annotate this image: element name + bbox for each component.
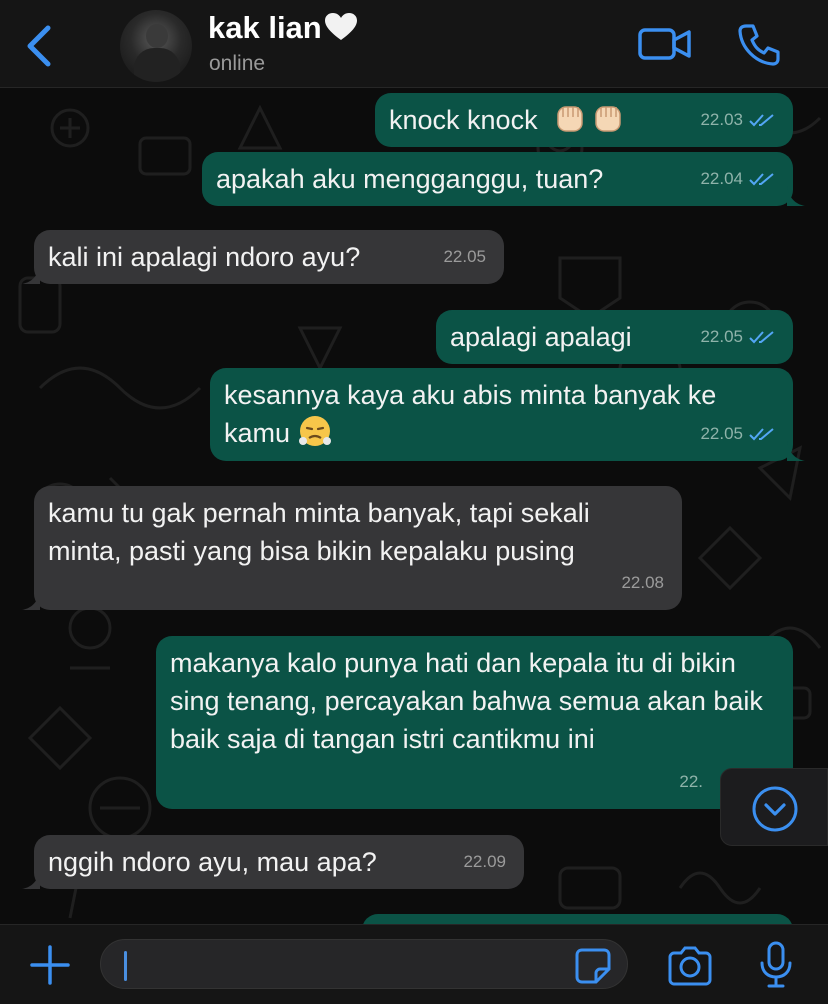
bubble-tail — [787, 441, 805, 461]
bubble-tail — [787, 186, 805, 206]
contact-name-row[interactable]: kak lian — [208, 10, 358, 46]
double-check-read-icon — [749, 428, 774, 441]
message-time: 22. — [679, 772, 703, 791]
voice-call-button[interactable] — [736, 22, 782, 68]
plus-icon — [30, 945, 70, 985]
message-bubble-incoming[interactable]: kamu tu gak pernah minta banyak, tapi se… — [22, 486, 682, 610]
white-heart-icon — [324, 13, 357, 40]
message-text: kamu tu gak pernah minta banyak, tapi se… — [48, 498, 590, 566]
bubble-tail — [22, 264, 40, 284]
bubble-tail — [22, 869, 40, 889]
microphone-icon — [760, 941, 792, 988]
bubble-tail — [22, 590, 40, 610]
scroll-to-bottom-button[interactable] — [720, 768, 828, 846]
video-camera-icon — [638, 28, 691, 60]
message-list[interactable]: knock knock 22.03 apakah aku mengganggu,… — [0, 88, 828, 924]
message-meta: 22. — [679, 763, 703, 801]
contact-name: kak lian — [208, 10, 322, 45]
message-bubble-outgoing[interactable]: knock knock 22.03 — [375, 93, 793, 147]
message-text: makanya kalo punya hati dan kepala itu d… — [170, 648, 763, 754]
message-time: 22.05 — [700, 327, 743, 346]
message-meta: 22.04 — [700, 160, 775, 198]
message-bubble-incoming[interactable]: nggih ndoro ayu, mau apa? 22.09 — [22, 835, 524, 889]
message-time: 22.05 — [700, 424, 743, 443]
message-text: apakah aku mengganggu, tuan? — [216, 164, 604, 194]
message-meta: 22.05 — [700, 415, 775, 453]
raised-fist-emoji — [595, 106, 621, 132]
double-check-read-icon — [749, 173, 774, 186]
raised-fist-emoji — [557, 106, 583, 132]
message-text: nggih ndoro ayu, mau apa? — [48, 847, 377, 877]
message-time: 22.04 — [700, 169, 743, 188]
double-check-read-icon — [749, 331, 774, 344]
message-bubble-outgoing[interactable]: makanya kalo punya hati dan kepala itu d… — [156, 636, 805, 809]
microphone-button[interactable] — [758, 941, 794, 989]
message-meta: 22.08 — [621, 564, 664, 602]
chevron-left-icon — [27, 25, 51, 67]
message-time: 22.08 — [621, 573, 664, 592]
text-cursor — [124, 951, 127, 981]
sticker-icon — [575, 948, 611, 984]
camera-icon — [668, 946, 712, 986]
camera-button[interactable] — [666, 945, 714, 987]
double-check-read-icon — [749, 114, 774, 127]
message-meta: 22.05 — [700, 318, 775, 356]
message-text: apalagi apalagi — [450, 322, 632, 352]
message-bubble-outgoing[interactable]: apalagi apalagi 22.05 — [436, 310, 793, 364]
steam-face-emoji — [298, 416, 331, 446]
contact-avatar[interactable] — [120, 10, 192, 82]
message-time: 22.03 — [700, 110, 743, 129]
message-composer — [0, 924, 828, 1004]
message-time: 22.05 — [443, 247, 486, 266]
chevron-down-circle-icon — [752, 786, 798, 832]
message-text: kali ini apalagi ndoro ayu? — [48, 242, 361, 272]
phone-icon — [738, 24, 780, 66]
back-button[interactable] — [22, 24, 58, 68]
attach-button[interactable] — [30, 945, 70, 985]
contact-status: online — [209, 52, 266, 75]
sticker-button[interactable] — [574, 947, 612, 985]
message-time: 22.09 — [463, 852, 506, 871]
chat-header: kak lian online — [0, 0, 828, 88]
message-meta: 22.09 — [463, 843, 506, 881]
message-input[interactable] — [100, 939, 628, 989]
video-call-button[interactable] — [637, 24, 693, 64]
message-meta: 22.03 — [700, 101, 775, 139]
message-bubble-outgoing-partial[interactable] — [362, 914, 793, 924]
message-bubble-incoming[interactable]: kali ini apalagi ndoro ayu? 22.05 — [22, 230, 504, 284]
message-meta: 22.05 — [443, 238, 486, 276]
message-text: knock knock — [389, 105, 538, 135]
message-bubble-outgoing[interactable]: kesannya kaya aku abis minta banyak ke k… — [210, 368, 805, 461]
message-bubble-outgoing[interactable]: apakah aku mengganggu, tuan? 22.04 — [202, 152, 805, 206]
